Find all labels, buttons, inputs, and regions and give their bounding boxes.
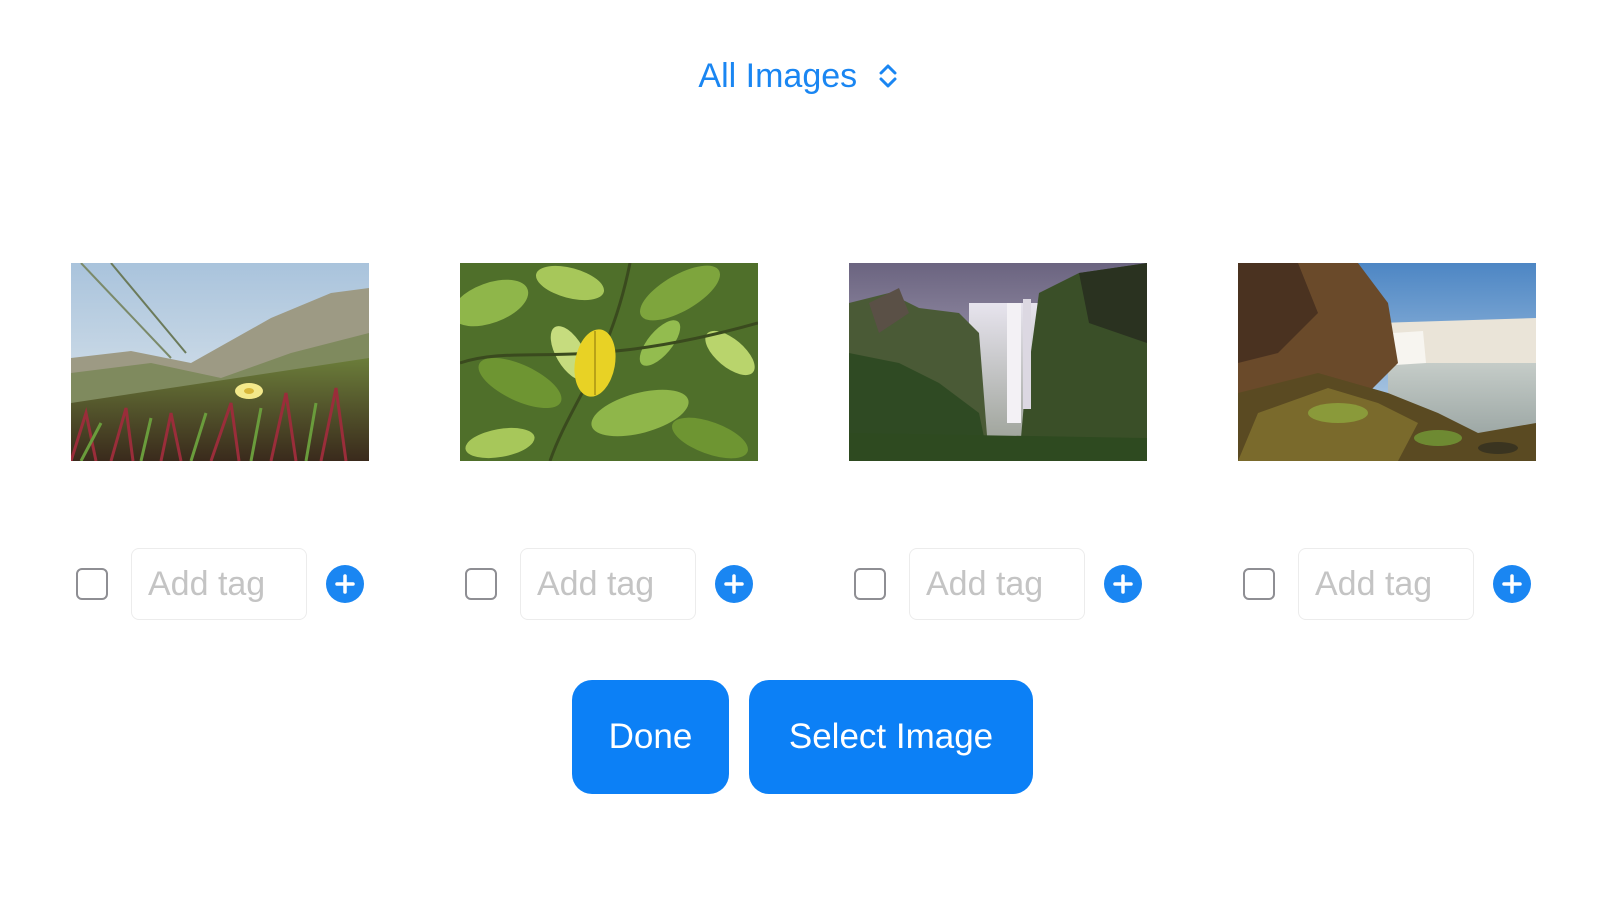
tag-controls bbox=[1238, 548, 1536, 620]
image-thumbnail-canyon-waterfall[interactable] bbox=[849, 263, 1147, 461]
plus-circle-icon bbox=[1113, 574, 1133, 594]
tag-controls bbox=[71, 548, 369, 620]
add-tag-input[interactable] bbox=[909, 548, 1085, 620]
image-card bbox=[849, 263, 1147, 620]
filter-selector[interactable]: All Images bbox=[0, 50, 1599, 100]
plus-circle-icon bbox=[724, 574, 744, 594]
filter-label: All Images bbox=[698, 57, 858, 96]
image-thumbnail-cliff-waterfall[interactable] bbox=[1238, 263, 1536, 461]
image-card bbox=[1238, 263, 1536, 620]
add-tag-button[interactable] bbox=[715, 565, 753, 603]
select-checkbox[interactable] bbox=[1243, 568, 1275, 600]
add-tag-input[interactable] bbox=[520, 548, 696, 620]
add-tag-button[interactable] bbox=[326, 565, 364, 603]
plus-circle-icon bbox=[335, 574, 355, 594]
image-card bbox=[460, 263, 758, 620]
chevron-up-down-icon bbox=[875, 61, 901, 91]
tag-controls bbox=[460, 548, 758, 620]
image-thumbnail-flower[interactable] bbox=[71, 263, 369, 461]
add-tag-input[interactable] bbox=[1298, 548, 1474, 620]
select-image-button[interactable]: Select Image bbox=[749, 680, 1033, 794]
select-checkbox[interactable] bbox=[76, 568, 108, 600]
select-checkbox[interactable] bbox=[465, 568, 497, 600]
image-picker: All Images Add tag Add tag Add tag Add t… bbox=[0, 0, 1599, 900]
image-thumbnail-leaves[interactable] bbox=[460, 263, 758, 461]
add-tag-input[interactable] bbox=[131, 548, 307, 620]
tag-controls bbox=[849, 548, 1147, 620]
select-checkbox[interactable] bbox=[854, 568, 886, 600]
image-card bbox=[71, 263, 369, 620]
add-tag-button[interactable] bbox=[1493, 565, 1531, 603]
plus-circle-icon bbox=[1502, 574, 1522, 594]
add-tag-button[interactable] bbox=[1104, 565, 1142, 603]
done-button[interactable]: Done bbox=[572, 680, 729, 794]
